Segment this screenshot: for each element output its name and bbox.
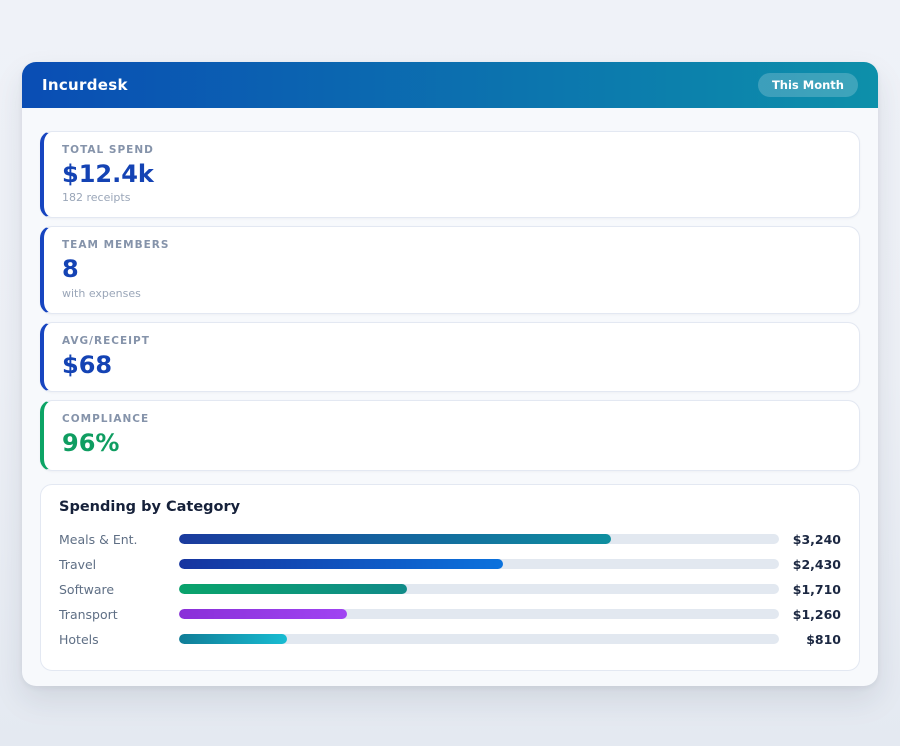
chart-row-travel: Travel $2,430 (59, 552, 841, 577)
stat-label: TOTAL SPEND (62, 144, 841, 156)
chart-title: Spending by Category (59, 499, 841, 515)
bar-track (179, 559, 779, 569)
stat-card-avg-receipt: AVG/RECEIPT $68 (40, 322, 860, 392)
category-label: Transport (59, 607, 179, 622)
category-value: $3,240 (779, 532, 841, 547)
stat-label: AVG/RECEIPT (62, 335, 841, 347)
period-badge[interactable]: This Month (758, 73, 858, 97)
panel-content: TOTAL SPEND $12.4k 182 receipts TEAM MEM… (22, 108, 878, 671)
category-value: $2,430 (779, 557, 841, 572)
bar-track (179, 584, 779, 594)
stat-label: TEAM MEMBERS (62, 239, 841, 251)
category-label: Hotels (59, 632, 179, 647)
category-value: $810 (779, 632, 841, 647)
bar-fill (179, 634, 287, 644)
chart-row-software: Software $1,710 (59, 577, 841, 602)
category-value: $1,710 (779, 582, 841, 597)
category-label: Software (59, 582, 179, 597)
bar-track (179, 609, 779, 619)
app-header: Incurdesk This Month (22, 62, 878, 108)
stat-subtext: with expenses (62, 287, 841, 300)
bar-track (179, 534, 779, 544)
chart-row-meals: Meals & Ent. $3,240 (59, 527, 841, 552)
dashboard-panel: Incurdesk This Month TOTAL SPEND $12.4k … (22, 62, 878, 686)
stat-label: COMPLIANCE (62, 413, 841, 425)
category-label: Meals & Ent. (59, 532, 179, 547)
stat-value: 96% (62, 430, 841, 456)
stat-card-team-members: TEAM MEMBERS 8 with expenses (40, 226, 860, 313)
stat-card-compliance: COMPLIANCE 96% (40, 400, 860, 470)
bar-fill (179, 559, 503, 569)
chart-row-transport: Transport $1,260 (59, 602, 841, 627)
stat-value: 8 (62, 256, 841, 282)
category-label: Travel (59, 557, 179, 572)
stat-subtext: 182 receipts (62, 191, 841, 204)
stat-value: $12.4k (62, 161, 841, 187)
app-title: Incurdesk (42, 76, 128, 94)
spending-by-category-chart: Spending by Category Meals & Ent. $3,240… (40, 484, 860, 671)
category-value: $1,260 (779, 607, 841, 622)
chart-row-hotels: Hotels $810 (59, 627, 841, 652)
bar-fill (179, 609, 347, 619)
bar-track (179, 634, 779, 644)
bar-fill (179, 584, 407, 594)
stat-value: $68 (62, 352, 841, 378)
stat-card-total-spend: TOTAL SPEND $12.4k 182 receipts (40, 131, 860, 218)
bar-fill (179, 534, 611, 544)
